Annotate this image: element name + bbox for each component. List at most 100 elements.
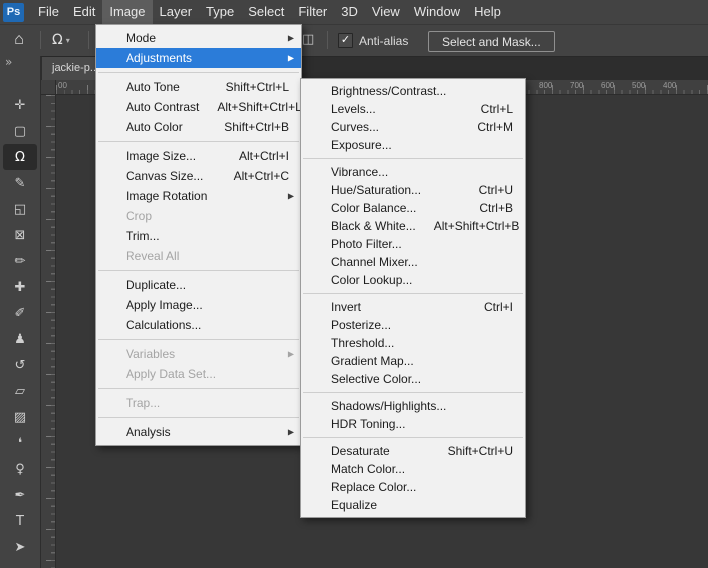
- document-tab-label: jackie-p...: [52, 62, 100, 74]
- home-button[interactable]: ⌂: [6, 29, 32, 51]
- brush-tool-icon: ✐: [14, 305, 26, 321]
- menu-item-label: Image Size...: [126, 149, 197, 163]
- menubar-item-image[interactable]: Image: [102, 0, 153, 24]
- menu-item-label: Match Color...: [331, 462, 406, 476]
- menu-item-image-size[interactable]: Image Size... Alt+Ctrl+I: [96, 146, 301, 166]
- menu-item-selective-color[interactable]: Selective Color...: [301, 370, 525, 388]
- ruler-label: 400: [663, 81, 677, 90]
- menu-item-hue-saturation[interactable]: Hue/Saturation... Ctrl+U: [301, 181, 525, 199]
- menu-item-invert[interactable]: Invert Ctrl+I: [301, 298, 525, 316]
- healing-brush-tool[interactable]: ✚: [3, 274, 37, 300]
- menubar-item-type[interactable]: Type: [199, 0, 241, 24]
- menubar-item-select[interactable]: Select: [241, 0, 291, 24]
- menubar-item-3d[interactable]: 3D: [334, 0, 365, 24]
- eraser-tool[interactable]: ▱: [3, 378, 37, 404]
- menu-item-match-color[interactable]: Match Color...: [301, 460, 525, 478]
- menu-item-label: Brightness/Contrast...: [331, 84, 447, 98]
- anti-alias-checkbox[interactable]: ✓ Anti-alias: [338, 33, 408, 48]
- options-divider: [88, 31, 89, 49]
- menu-item-color-lookup[interactable]: Color Lookup...: [301, 271, 525, 289]
- menu-item-black-white[interactable]: Black & White... Alt+Shift+Ctrl+B: [301, 217, 525, 235]
- dodge-tool-icon: ♀: [15, 461, 25, 477]
- menu-item-levels[interactable]: Levels... Ctrl+L: [301, 100, 525, 118]
- menu-item-shortcut: Alt+Shift+Ctrl+L: [217, 100, 302, 114]
- menu-item-label: Reveal All: [126, 249, 180, 263]
- menu-item-label: Color Lookup...: [331, 273, 413, 287]
- menu-item-gradient-map[interactable]: Gradient Map...: [301, 352, 525, 370]
- menubar-item-file[interactable]: File: [31, 0, 66, 24]
- menu-item-reveal-all[interactable]: Reveal All: [96, 246, 301, 266]
- menu-item-variables[interactable]: Variables ▶: [96, 344, 301, 364]
- menubar-item-help[interactable]: Help: [467, 0, 508, 24]
- menu-item-brightness-contrast[interactable]: Brightness/Contrast...: [301, 82, 525, 100]
- menubar-item-view[interactable]: View: [365, 0, 407, 24]
- checkmark-icon: ✓: [340, 33, 351, 46]
- menu-item-mode[interactable]: Mode ▶: [96, 28, 301, 48]
- history-brush-tool[interactable]: ↺: [3, 352, 37, 378]
- vertical-ruler[interactable]: [41, 95, 56, 568]
- menubar-item-filter[interactable]: Filter: [291, 0, 334, 24]
- menu-item-hdr-toning[interactable]: HDR Toning...: [301, 415, 525, 433]
- clone-stamp-tool[interactable]: ♟: [3, 326, 37, 352]
- menu-item-canvas-size[interactable]: Canvas Size... Alt+Ctrl+C: [96, 166, 301, 186]
- menu-item-color-balance[interactable]: Color Balance... Ctrl+B: [301, 199, 525, 217]
- menu-item-photo-filter[interactable]: Photo Filter...: [301, 235, 525, 253]
- type-tool[interactable]: T: [3, 508, 37, 534]
- menubar-item-layer[interactable]: Layer: [153, 0, 200, 24]
- menu-item-apply-image[interactable]: Apply Image...: [96, 295, 301, 315]
- menu-item-curves[interactable]: Curves... Ctrl+M: [301, 118, 525, 136]
- menu-item-vibrance[interactable]: Vibrance...: [301, 163, 525, 181]
- options-divider: [40, 31, 41, 49]
- menu-item-calculations[interactable]: Calculations...: [96, 315, 301, 335]
- selection-mode-icon[interactable]: ◫: [302, 32, 314, 47]
- menu-item-image-rotation[interactable]: Image Rotation ▶: [96, 186, 301, 206]
- menu-item-crop[interactable]: Crop: [96, 206, 301, 226]
- path-selection-tool[interactable]: ➤: [3, 534, 37, 560]
- menu-item-replace-color[interactable]: Replace Color...: [301, 478, 525, 496]
- pen-tool[interactable]: ✒: [3, 482, 37, 508]
- menu-item-threshold[interactable]: Threshold...: [301, 334, 525, 352]
- menu-item-label: Threshold...: [331, 336, 395, 350]
- menubar-items: File Edit Image Layer Type Select Filter 3D View…: [31, 0, 508, 24]
- menu-item-desaturate[interactable]: Desaturate Shift+Ctrl+U: [301, 442, 525, 460]
- rectangular-marquee-tool[interactable]: ▢: [3, 118, 37, 144]
- brush-tool[interactable]: ✐: [3, 300, 37, 326]
- quick-selection-tool[interactable]: ✎: [3, 170, 37, 196]
- frame-tool[interactable]: ⊠: [3, 222, 37, 248]
- lasso-tool[interactable]: Ω: [3, 144, 37, 170]
- menubar-item-edit[interactable]: Edit: [66, 0, 102, 24]
- gradient-tool[interactable]: ▨: [3, 404, 37, 430]
- crop-tool[interactable]: ◱: [3, 196, 37, 222]
- submenu-arrow-icon: ▶: [287, 33, 294, 43]
- menu-item-duplicate[interactable]: Duplicate...: [96, 275, 301, 295]
- collapse-toolbar-button[interactable]: »: [0, 56, 40, 72]
- menu-item-trim[interactable]: Trim...: [96, 226, 301, 246]
- menu-item-auto-tone[interactable]: Auto Tone Shift+Ctrl+L: [96, 77, 301, 97]
- menu-item-analysis[interactable]: Analysis ▶: [96, 422, 301, 442]
- crop-tool-icon: ◱: [13, 201, 27, 217]
- select-and-mask-button[interactable]: Select and Mask...: [428, 31, 555, 52]
- menu-item-exposure[interactable]: Exposure...: [301, 136, 525, 154]
- menu-separator: [98, 417, 299, 418]
- options-divider: [327, 31, 328, 49]
- menu-item-shadows-highlights[interactable]: Shadows/Highlights...: [301, 397, 525, 415]
- menu-item-adjustments[interactable]: Adjustments ▶: [96, 48, 301, 68]
- menu-item-label: Curves...: [331, 120, 380, 134]
- blur-tool[interactable]: ❛: [3, 430, 37, 456]
- ruler-origin-corner[interactable]: [41, 80, 56, 95]
- menu-item-posterize[interactable]: Posterize...: [301, 316, 525, 334]
- ruler-label: 800: [539, 81, 553, 90]
- tool-preset-picker[interactable]: Ω ▾: [48, 29, 74, 51]
- menu-item-apply-data-set[interactable]: Apply Data Set...: [96, 364, 301, 384]
- menu-item-auto-contrast[interactable]: Auto Contrast Alt+Shift+Ctrl+L: [96, 97, 302, 117]
- menubar-item-window[interactable]: Window: [407, 0, 467, 24]
- menu-item-equalize[interactable]: Equalize: [301, 496, 525, 514]
- menu-item-trap[interactable]: Trap...: [96, 393, 301, 413]
- menu-item-shortcut: Ctrl+U: [478, 183, 513, 197]
- menu-item-auto-color[interactable]: Auto Color Shift+Ctrl+B: [96, 117, 301, 137]
- ruler-label: 500: [632, 81, 646, 90]
- move-tool[interactable]: ✛: [3, 92, 37, 118]
- menu-item-channel-mixer[interactable]: Channel Mixer...: [301, 253, 525, 271]
- eyedropper-tool[interactable]: ✏: [3, 248, 37, 274]
- dodge-tool[interactable]: ♀: [3, 456, 37, 482]
